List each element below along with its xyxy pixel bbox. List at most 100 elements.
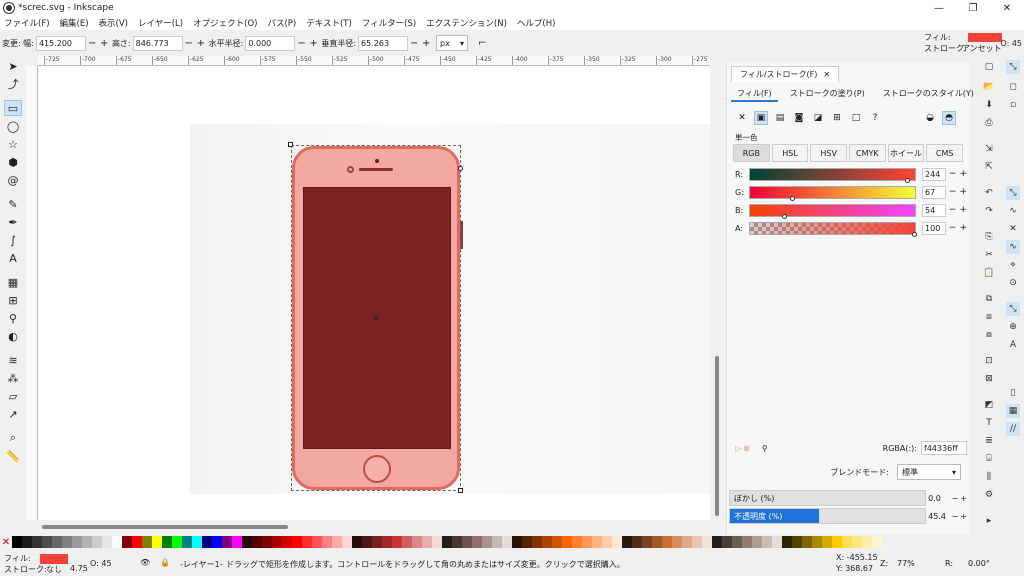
menu-help[interactable]: ヘルプ(H) — [517, 17, 556, 29]
palette-swatch[interactable] — [772, 536, 782, 548]
undo-icon[interactable]: ↶ — [982, 186, 996, 200]
eraser-tool-icon[interactable]: ▱ — [4, 388, 22, 404]
palette-swatch[interactable] — [432, 536, 442, 548]
decrement-button[interactable]: − — [952, 512, 959, 521]
palette-swatch[interactable] — [852, 536, 862, 548]
calligraphy-tool-icon[interactable]: ∫ — [4, 232, 22, 248]
palette-swatch[interactable] — [462, 536, 472, 548]
palette-swatch[interactable] — [132, 536, 142, 548]
palette-swatch[interactable] — [272, 536, 282, 548]
snap-nodes-icon[interactable]: ⤡ — [1006, 186, 1020, 200]
open-icon[interactable]: 📂 — [982, 80, 996, 94]
mesh-tool-icon[interactable]: ⊞ — [4, 292, 22, 308]
palette-swatch[interactable] — [482, 536, 492, 548]
palette-swatch[interactable] — [202, 536, 212, 548]
palette-swatch[interactable] — [622, 536, 632, 548]
xml-editor-icon[interactable]: ⌸ — [982, 452, 996, 466]
channel-value-r[interactable]: 244 — [922, 167, 946, 181]
palette-swatch[interactable] — [582, 536, 592, 548]
palette-swatch[interactable] — [262, 536, 272, 548]
palette-swatch[interactable] — [602, 536, 612, 548]
rgba-field[interactable]: f44336ff — [921, 441, 967, 455]
palette-swatch[interactable] — [342, 536, 352, 548]
menu-extensions[interactable]: エクステンション(N) — [426, 17, 507, 29]
rotation-field[interactable]: 0.00° — [968, 559, 990, 568]
minimize-button[interactable]: — — [922, 0, 956, 16]
picker-icon[interactable]: ⚲ — [762, 444, 768, 453]
snap-smooth-icon[interactable]: ∿ — [1006, 240, 1020, 254]
gradient-tool-icon[interactable]: ▦ — [4, 274, 22, 290]
increment-button[interactable]: + — [959, 223, 967, 233]
palette-swatch[interactable] — [392, 536, 402, 548]
style-fill-swatch[interactable] — [968, 33, 1002, 42]
palette-swatch[interactable] — [692, 536, 702, 548]
flat-color-icon[interactable]: ▣ — [754, 111, 768, 125]
menu-file[interactable]: ファイル(F) — [4, 17, 50, 29]
palette-swatch[interactable] — [162, 536, 172, 548]
mode-rgb[interactable]: RGB — [733, 144, 770, 162]
resize-handle[interactable] — [458, 488, 463, 493]
palette-swatch[interactable] — [12, 536, 22, 548]
palette-swatch[interactable] — [672, 536, 682, 548]
canvas[interactable]: ✕ — [38, 66, 710, 520]
corner-radius-handle[interactable] — [458, 166, 463, 171]
palette-swatch[interactable] — [732, 536, 742, 548]
palette-swatch[interactable] — [412, 536, 422, 548]
palette-swatch[interactable] — [762, 536, 772, 548]
palette-swatch[interactable] — [752, 536, 762, 548]
snap-guide-icon[interactable]: // — [1006, 422, 1020, 436]
blur-value[interactable]: 0.0 — [928, 494, 951, 503]
palette-swatch[interactable] — [72, 536, 82, 548]
palette-swatch[interactable] — [532, 536, 542, 548]
fill-rule-nonzero-icon[interactable]: ◓ — [942, 111, 956, 125]
ry-increment-button[interactable]: + — [422, 38, 430, 49]
tab-stroke-style[interactable]: ストロークのスタイル(Y) — [877, 86, 980, 102]
scroll-thumb[interactable] — [42, 525, 288, 529]
pen-tool-icon[interactable]: ✒ — [4, 214, 22, 230]
palette-swatch[interactable] — [442, 536, 452, 548]
fill-rule-evenodd-icon[interactable]: ◒ — [923, 111, 937, 125]
slider-knob[interactable] — [781, 213, 787, 219]
palette-swatch[interactable] — [712, 536, 722, 548]
palette-swatch[interactable] — [82, 536, 92, 548]
palette-swatch[interactable] — [172, 536, 182, 548]
star-tool-icon[interactable]: ☆ — [4, 136, 22, 152]
text-font-icon[interactable]: T — [982, 416, 996, 430]
palette-swatch[interactable] — [792, 536, 802, 548]
palette-swatch[interactable] — [232, 536, 242, 548]
maximize-button[interactable]: ❐ — [956, 0, 990, 16]
snap-center-icon[interactable]: ⊙ — [1006, 276, 1020, 290]
blend-mode-select[interactable]: 標準 ▾ — [897, 464, 961, 480]
channel-slider-a[interactable] — [748, 221, 918, 237]
cut-icon[interactable]: ✂ — [982, 248, 996, 262]
vertical-scrollbar[interactable] — [710, 56, 724, 534]
blur-slider[interactable]: ぼかし (%) — [729, 490, 927, 506]
status-fill-swatch[interactable] — [40, 554, 68, 564]
palette-swatch[interactable] — [282, 536, 292, 548]
zoom-tool-icon[interactable]: ⌕ — [4, 430, 22, 446]
rx-field[interactable]: 0.000 — [245, 35, 296, 51]
decrement-button[interactable]: − — [952, 494, 959, 503]
palette-swatch[interactable] — [322, 536, 332, 548]
fill-stroke-icon[interactable]: ◩ — [982, 398, 996, 412]
palette-swatch[interactable] — [842, 536, 852, 548]
ungroup-icon[interactable]: ⊠ — [982, 372, 996, 386]
decrement-button[interactable]: − — [949, 169, 957, 179]
palette-swatch[interactable] — [802, 536, 812, 548]
palette-swatch[interactable] — [572, 536, 582, 548]
mesh-gradient-icon[interactable]: ◪ — [811, 111, 825, 125]
palette-swatch[interactable] — [302, 536, 312, 548]
snap-midpoint-icon[interactable]: ⋄ — [1006, 258, 1020, 272]
palette-swatch[interactable] — [722, 536, 732, 548]
paint-bucket-tool-icon[interactable]: ◐ — [4, 328, 22, 344]
channel-value-b[interactable]: 54 — [922, 203, 946, 217]
slider-knob[interactable] — [912, 231, 918, 237]
palette-swatch[interactable] — [62, 536, 72, 548]
text-tool-icon[interactable]: A — [4, 250, 22, 266]
swatch-icon[interactable]: □ — [849, 111, 863, 125]
no-color-icon[interactable]: ✕ — [0, 537, 12, 548]
palette-swatch[interactable] — [862, 536, 872, 548]
palette-swatch[interactable] — [222, 536, 232, 548]
width-increment-button[interactable]: + — [100, 38, 108, 49]
redo-icon[interactable]: ↷ — [982, 204, 996, 218]
